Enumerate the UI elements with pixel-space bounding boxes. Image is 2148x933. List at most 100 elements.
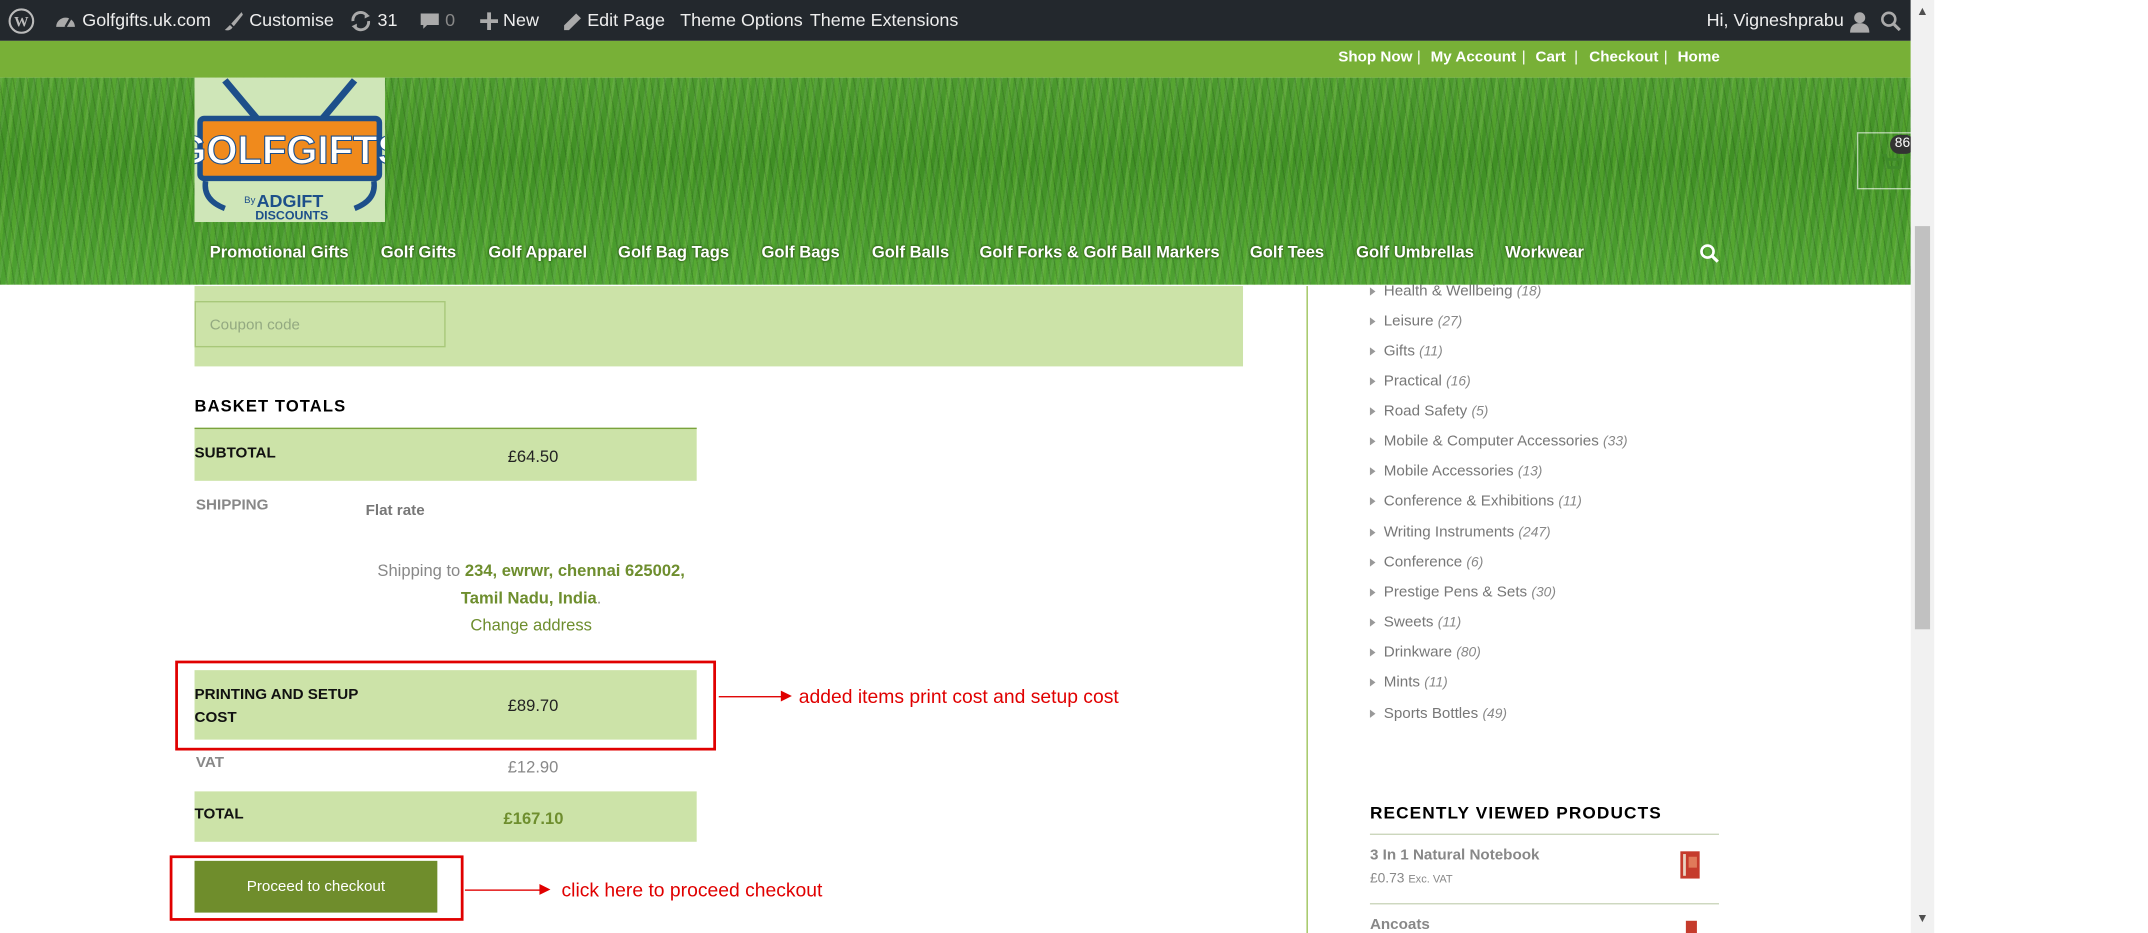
category-count: (16) xyxy=(1446,374,1471,390)
recent-product-price: £0.73 Exc. VAT xyxy=(1370,872,1453,887)
nav-golf-umbrellas[interactable]: Golf Umbrellas xyxy=(1356,242,1474,261)
pencil-icon xyxy=(564,12,581,30)
edit-page-link[interactable]: Edit Page xyxy=(563,0,665,41)
category-item[interactable]: Mobile Accessories (13) xyxy=(1369,463,1543,480)
top-nav-my-account[interactable]: My Account xyxy=(1431,49,1516,65)
checkout-annotation: click here to proceed checkout xyxy=(561,878,823,901)
account-menu[interactable]: Hi, Vigneshprabu xyxy=(1707,0,1871,41)
comments-link[interactable]: 0 xyxy=(419,0,455,41)
checkout-highlight-box xyxy=(169,855,464,921)
category-name: Sweets xyxy=(1383,614,1434,631)
nav-golf-bag-tags[interactable]: Golf Bag Tags xyxy=(618,242,729,261)
nav-golf-apparel[interactable]: Golf Apparel xyxy=(488,242,587,261)
search-icon[interactable] xyxy=(1700,244,1719,263)
subtotal-label: SUBTOTAL xyxy=(194,445,276,462)
updates-count: 31 xyxy=(377,9,398,30)
caret-right-icon xyxy=(1369,497,1376,506)
category-item[interactable]: Gifts (11) xyxy=(1369,343,1443,360)
shipping-to-prefix: Shipping to xyxy=(377,561,461,581)
caret-right-icon xyxy=(1369,467,1376,476)
sidebar-divider xyxy=(1306,286,1308,933)
caret-right-icon xyxy=(1369,407,1376,416)
admin-search-icon[interactable] xyxy=(1880,0,1901,41)
separator: | xyxy=(1521,49,1526,66)
recent-product-name[interactable]: Ancoats xyxy=(1370,917,1430,933)
category-item[interactable]: Sweets (11) xyxy=(1369,614,1461,631)
main-nav: Promotional Gifts Golf Gifts Golf Appare… xyxy=(0,222,1911,285)
category-item[interactable]: Leisure (27) xyxy=(1369,313,1463,330)
category-count: (49) xyxy=(1482,706,1507,722)
site-name: Golfgifts.uk.com xyxy=(82,9,211,30)
plus-icon xyxy=(480,12,499,31)
edit-page-label: Edit Page xyxy=(587,9,665,30)
category-item[interactable]: Mobile & Computer Accessories (33) xyxy=(1369,433,1628,450)
notebook-thumbnail[interactable] xyxy=(1678,850,1703,880)
site-name-link[interactable]: Golfgifts.uk.com xyxy=(54,0,211,41)
category-count: (247) xyxy=(1518,525,1551,541)
site-logo[interactable]: GOLFGIFTS By ADGIFT DISCOUNTS xyxy=(175,77,405,222)
dashboard-icon xyxy=(56,17,75,28)
category-name: Conference xyxy=(1383,554,1463,571)
category-count: (11) xyxy=(1419,344,1443,360)
nav-golf-forks[interactable]: Golf Forks & Golf Ball Markers xyxy=(980,242,1220,261)
customise-link[interactable]: Customise xyxy=(223,0,334,41)
total-label: TOTAL xyxy=(194,806,244,823)
separator: | xyxy=(1574,49,1579,66)
category-name: Mints xyxy=(1383,674,1420,691)
scroll-down-arrow[interactable]: ▼ xyxy=(1911,907,1934,930)
category-count: (33) xyxy=(1603,434,1628,450)
coupon-code-input[interactable]: Coupon code xyxy=(194,301,446,348)
annotation-arrow xyxy=(718,696,783,698)
top-nav-cart[interactable]: Cart xyxy=(1535,49,1565,65)
new-link[interactable]: New xyxy=(480,0,539,41)
shipping-address-end: . xyxy=(596,588,602,608)
caret-right-icon xyxy=(1369,558,1376,567)
wordpress-icon[interactable]: W xyxy=(8,0,35,41)
refresh-icon xyxy=(351,11,371,32)
category-item[interactable]: Sports Bottles (49) xyxy=(1369,705,1507,722)
nav-golf-bags[interactable]: Golf Bags xyxy=(762,242,840,261)
category-count: (6) xyxy=(1466,555,1484,571)
product-thumbnail[interactable] xyxy=(1683,918,1700,933)
scroll-up-arrow[interactable]: ▲ xyxy=(1911,0,1934,23)
category-item[interactable]: Health & Wellbeing (18) xyxy=(1369,283,1542,300)
category-item[interactable]: Drinkware (80) xyxy=(1369,644,1481,661)
category-item[interactable]: Road Safety (5) xyxy=(1369,403,1488,420)
nav-golf-gifts[interactable]: Golf Gifts xyxy=(381,242,456,261)
theme-options-link[interactable]: Theme Options xyxy=(680,0,803,41)
category-count: (80) xyxy=(1456,645,1481,661)
nav-promotional-gifts[interactable]: Promotional Gifts xyxy=(210,242,349,261)
nav-golf-balls[interactable]: Golf Balls xyxy=(872,242,949,261)
category-count: (11) xyxy=(1558,494,1582,510)
category-name: Sports Bottles xyxy=(1383,705,1479,722)
updates-link[interactable]: 31 xyxy=(349,0,397,41)
page-stage: W Golfgifts.uk.com Customise 31 0 New Ed… xyxy=(0,0,2148,933)
nav-workwear[interactable]: Workwear xyxy=(1505,242,1584,261)
category-item[interactable]: Prestige Pens & Sets (30) xyxy=(1369,584,1556,601)
caret-right-icon xyxy=(1369,437,1376,446)
top-nav-shop-now[interactable]: Shop Now xyxy=(1338,49,1412,65)
theme-extensions-link[interactable]: Theme Extensions xyxy=(810,0,959,41)
category-item[interactable]: Conference & Exhibitions (11) xyxy=(1369,493,1582,510)
change-address-link[interactable]: Change address xyxy=(470,616,591,635)
top-nav-checkout[interactable]: Checkout xyxy=(1589,49,1658,65)
scrollbar-thumb[interactable] xyxy=(1914,226,1931,630)
category-name: Mobile & Computer Accessories xyxy=(1383,433,1599,450)
category-count: (18) xyxy=(1516,284,1542,300)
category-item[interactable]: Writing Instruments (247) xyxy=(1369,524,1551,541)
caret-right-icon xyxy=(1369,648,1376,657)
category-item[interactable]: Mints (11) xyxy=(1369,674,1448,691)
subtotal-row: SUBTOTAL £64.50 xyxy=(194,427,697,481)
category-item[interactable]: Conference (6) xyxy=(1369,554,1484,571)
recent-product-name[interactable]: 3 In 1 Natural Notebook xyxy=(1370,847,1539,863)
category-count: (27) xyxy=(1437,314,1463,330)
category-count: (30) xyxy=(1531,585,1556,601)
category-count: (13) xyxy=(1517,464,1543,480)
annotation-arrowhead xyxy=(780,690,792,702)
caret-right-icon xyxy=(1369,618,1376,627)
category-item[interactable]: Practical (16) xyxy=(1369,373,1471,390)
top-nav-home[interactable]: Home xyxy=(1678,49,1720,65)
cart-icon xyxy=(1881,153,1903,169)
new-label: New xyxy=(503,9,539,30)
nav-golf-tees[interactable]: Golf Tees xyxy=(1250,242,1324,261)
